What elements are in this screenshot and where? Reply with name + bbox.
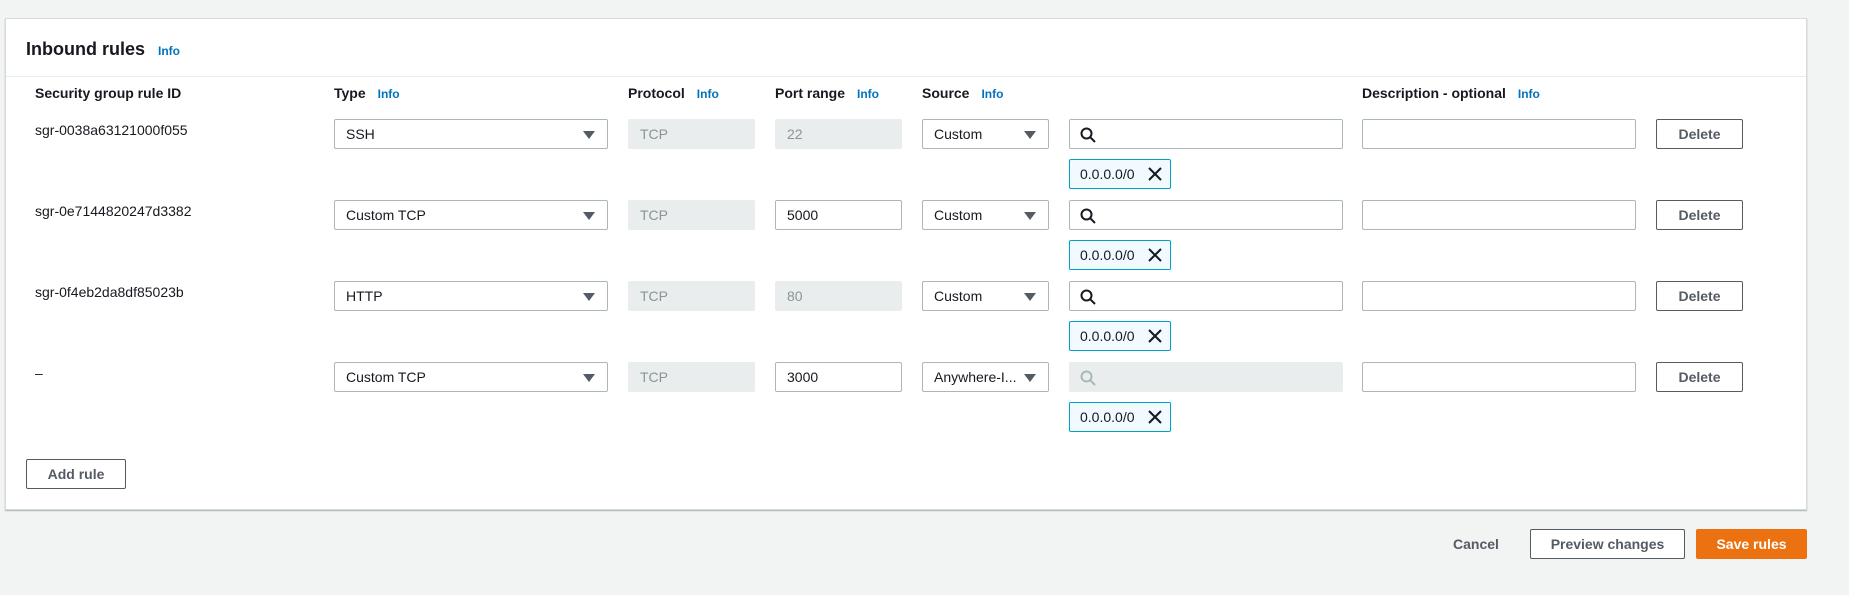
source-info-link[interactable]: Info <box>981 87 1003 101</box>
caret-down-icon <box>583 374 595 382</box>
source-select[interactable]: Anywhere-I... <box>922 362 1049 392</box>
port-range-field[interactable]: 3000 <box>775 362 902 392</box>
type-select[interactable]: Custom TCP <box>334 200 608 230</box>
col-header-port-range: Port range Info <box>775 85 879 101</box>
protocol-field: TCP <box>628 200 755 230</box>
close-icon[interactable] <box>1147 166 1163 182</box>
delete-button[interactable]: Delete <box>1656 200 1743 230</box>
source-select-value: Custom <box>934 288 983 304</box>
search-icon <box>1080 208 1096 224</box>
rule-id: sgr-0038a63121000f055 <box>35 122 188 138</box>
col-header-protocol-label: Protocol <box>628 85 685 101</box>
col-header-source-label: Source <box>922 85 970 101</box>
source-select[interactable]: Custom <box>922 119 1049 149</box>
type-info-link[interactable]: Info <box>378 87 400 101</box>
source-select-value: Custom <box>934 126 983 142</box>
search-icon <box>1080 127 1096 143</box>
type-select-value: Custom TCP <box>346 369 426 385</box>
col-header-description: Description - optional Info <box>1362 85 1540 101</box>
col-header-source: Source Info <box>922 85 1003 101</box>
type-select[interactable]: HTTP <box>334 281 608 311</box>
type-select-value: Custom TCP <box>346 207 426 223</box>
cidr-token-label: 0.0.0.0/0 <box>1080 166 1135 182</box>
source-search-input[interactable] <box>1069 119 1343 149</box>
caret-down-icon <box>583 212 595 220</box>
cancel-button[interactable]: Cancel <box>1446 529 1506 559</box>
description-field[interactable] <box>1362 200 1636 230</box>
search-icon <box>1080 370 1096 386</box>
port-range-info-link[interactable]: Info <box>857 87 879 101</box>
cidr-token: 0.0.0.0/0 <box>1069 402 1171 432</box>
inbound-rules-panel: Inbound rules Info Security group rule I… <box>5 18 1807 510</box>
cidr-token-label: 0.0.0.0/0 <box>1080 328 1135 344</box>
source-select-value: Custom <box>934 207 983 223</box>
source-select[interactable]: Custom <box>922 200 1049 230</box>
caret-down-icon <box>583 131 595 139</box>
panel-title: Inbound rules <box>26 39 145 59</box>
save-rules-button[interactable]: Save rules <box>1696 529 1807 559</box>
source-select-value: Anywhere-I... <box>934 369 1017 385</box>
source-search-input <box>1069 362 1343 392</box>
port-range-field: 22 <box>775 119 902 149</box>
caret-down-icon <box>1024 131 1036 139</box>
cidr-token-label: 0.0.0.0/0 <box>1080 409 1135 425</box>
col-header-protocol: Protocol Info <box>628 85 719 101</box>
panel-header: Inbound rules Info <box>6 19 1806 77</box>
description-field[interactable] <box>1362 281 1636 311</box>
cidr-token: 0.0.0.0/0 <box>1069 321 1171 351</box>
protocol-info-link[interactable]: Info <box>697 87 719 101</box>
col-header-rule-id: Security group rule ID <box>35 85 182 101</box>
cidr-token: 0.0.0.0/0 <box>1069 240 1171 270</box>
source-search-input[interactable] <box>1069 200 1343 230</box>
type-select-value: HTTP <box>346 288 383 304</box>
protocol-field: TCP <box>628 362 755 392</box>
delete-button[interactable]: Delete <box>1656 119 1743 149</box>
caret-down-icon <box>1024 293 1036 301</box>
description-info-link[interactable]: Info <box>1518 87 1540 101</box>
col-header-type-label: Type <box>334 85 366 101</box>
close-icon[interactable] <box>1147 328 1163 344</box>
port-range-field: 80 <box>775 281 902 311</box>
rule-id: sgr-0e7144820247d3382 <box>35 203 192 219</box>
rule-id: sgr-0f4eb2da8df85023b <box>35 284 184 300</box>
add-rule-button[interactable]: Add rule <box>26 459 126 489</box>
cidr-token: 0.0.0.0/0 <box>1069 159 1171 189</box>
caret-down-icon <box>583 293 595 301</box>
delete-button[interactable]: Delete <box>1656 281 1743 311</box>
source-select[interactable]: Custom <box>922 281 1049 311</box>
col-header-description-label: Description - optional <box>1362 85 1506 101</box>
source-search-input[interactable] <box>1069 281 1343 311</box>
delete-button[interactable]: Delete <box>1656 362 1743 392</box>
preview-changes-button[interactable]: Preview changes <box>1530 529 1685 559</box>
cidr-token-label: 0.0.0.0/0 <box>1080 247 1135 263</box>
col-header-port-range-label: Port range <box>775 85 846 101</box>
type-select[interactable]: Custom TCP <box>334 362 608 392</box>
type-select-value: SSH <box>346 126 375 142</box>
caret-down-icon <box>1024 374 1036 382</box>
protocol-field: TCP <box>628 281 755 311</box>
description-field[interactable] <box>1362 362 1636 392</box>
protocol-field: TCP <box>628 119 755 149</box>
description-field[interactable] <box>1362 119 1636 149</box>
type-select[interactable]: SSH <box>334 119 608 149</box>
caret-down-icon <box>1024 212 1036 220</box>
rule-id: – <box>35 365 43 381</box>
port-range-field[interactable]: 5000 <box>775 200 902 230</box>
close-icon[interactable] <box>1147 247 1163 263</box>
col-header-type: Type Info <box>334 85 400 101</box>
title-info-link[interactable]: Info <box>158 44 180 58</box>
search-icon <box>1080 289 1096 305</box>
close-icon[interactable] <box>1147 409 1163 425</box>
